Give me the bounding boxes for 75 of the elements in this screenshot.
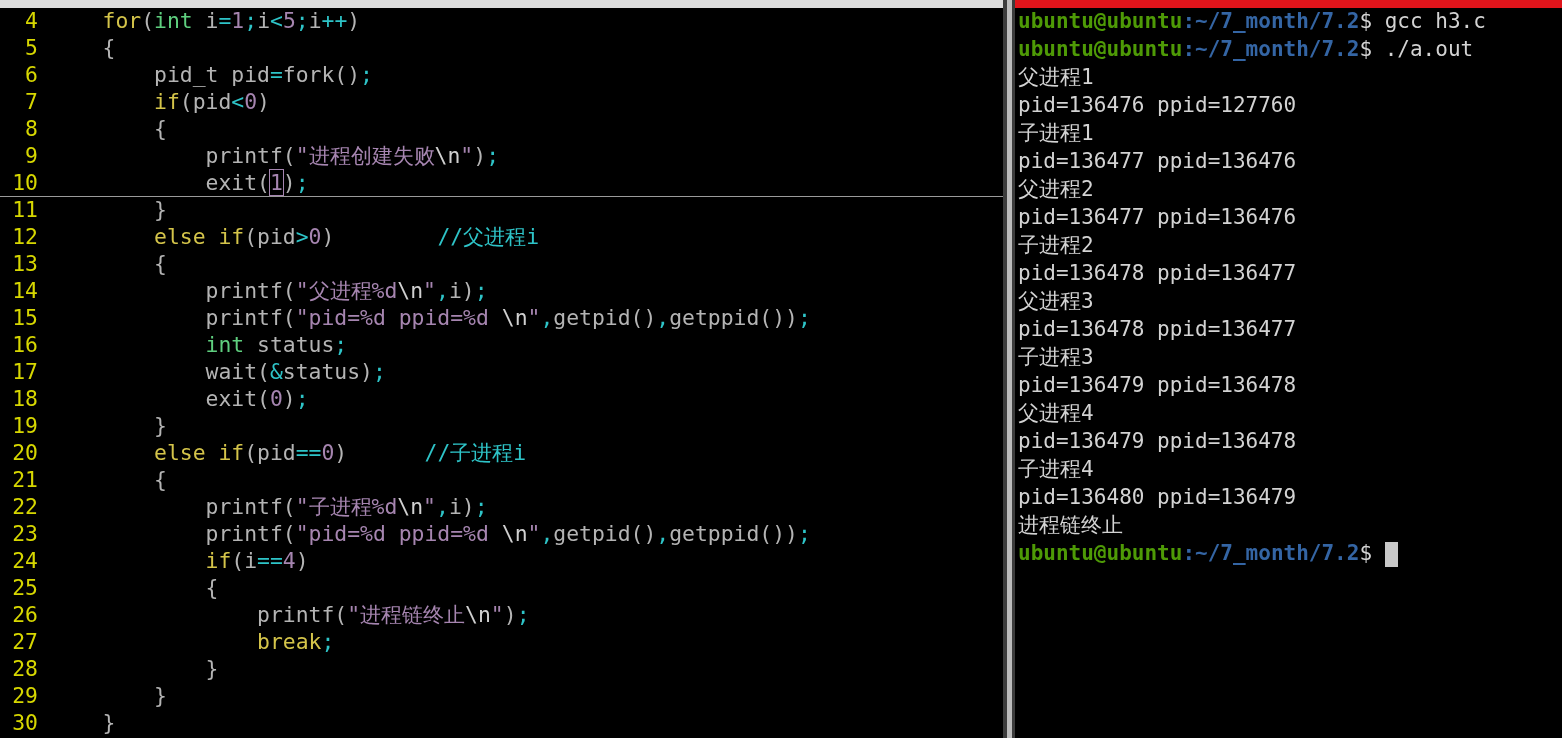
output-line: pid=136478 ppid=136477: [1018, 260, 1297, 288]
line-number: 13: [11, 250, 39, 279]
code-line: exit(1);: [204, 168, 309, 197]
code-line: {: [153, 250, 167, 279]
output-line: 子进程4: [1018, 456, 1094, 484]
line-number: 5: [24, 34, 39, 63]
output-line: 父进程1: [1018, 64, 1094, 92]
output-line: pid=136477 ppid=136476: [1018, 148, 1297, 176]
code-line: wait(&status);: [204, 358, 386, 387]
prompt-line: ubuntu@ubuntu:~/7_month/7.2$ gcc h3.c: [1018, 8, 1486, 36]
code-line: printf("进程创建失败\n");: [204, 142, 499, 171]
line-number: 15: [11, 304, 39, 333]
code-line: else if(pid==0) //子进程i: [153, 439, 527, 468]
output-line: 父进程2: [1018, 176, 1094, 204]
line-number: 20: [11, 439, 39, 468]
code-line: }: [101, 709, 116, 738]
code-line: if(pid<0): [153, 88, 270, 117]
code-line: }: [153, 196, 167, 225]
line-number: 25: [11, 574, 39, 603]
code-line: }: [153, 412, 167, 441]
code-line: int status;: [204, 331, 348, 360]
code-line: {: [153, 115, 167, 144]
line-number: 14: [11, 277, 39, 306]
output-line: pid=136478 ppid=136477: [1018, 316, 1297, 344]
code-line: printf("pid=%d ppid=%d \n",getpid(),getppid());: [204, 520, 811, 549]
output-line: 进程链终止: [1018, 512, 1123, 540]
output-line: pid=136480 ppid=136479: [1018, 484, 1297, 512]
line-number: 21: [11, 466, 39, 495]
line-number: 10: [11, 168, 39, 197]
code-line: break;: [256, 628, 335, 657]
line-number: 4: [24, 8, 39, 36]
output-line: 子进程2: [1018, 232, 1094, 260]
output-line: 父进程3: [1018, 288, 1094, 316]
line-number: 11: [11, 196, 39, 225]
line-number: 7: [24, 88, 39, 117]
code-line: {: [101, 34, 116, 63]
line-number: 9: [24, 142, 39, 171]
code-line: printf("pid=%d ppid=%d \n",getpid(),getppid());: [204, 304, 811, 333]
line-number: 18: [11, 385, 39, 414]
output-line: 子进程3: [1018, 344, 1094, 372]
line-number: 23: [11, 520, 39, 549]
line-number: 27: [11, 628, 39, 657]
output-line: 父进程4: [1018, 400, 1094, 428]
line-number: 19: [11, 412, 39, 441]
prompt-line: ubuntu@ubuntu:~/7_month/7.2$ ./a.out: [1018, 36, 1474, 64]
code-line: printf("进程链终止\n");: [256, 601, 530, 630]
output-line: 子进程1: [1018, 120, 1094, 148]
code-line: }: [153, 682, 167, 711]
line-number: 6: [24, 61, 39, 90]
line-number: 8: [24, 115, 39, 144]
output-line: pid=136477 ppid=136476: [1018, 204, 1297, 232]
line-number: 29: [11, 682, 39, 711]
code-line: printf("子进程%d\n",i);: [204, 493, 488, 522]
line-number: 26: [11, 601, 39, 630]
output-line: pid=136479 ppid=136478: [1018, 372, 1297, 400]
code-line: if(i==4): [204, 547, 309, 576]
line-number: 24: [11, 547, 39, 576]
code-line: {: [153, 466, 167, 495]
code-line: else if(pid>0) //父进程i: [153, 223, 540, 252]
line-number: 17: [11, 358, 39, 387]
code-line: }: [204, 655, 219, 684]
output-line: pid=136479 ppid=136478: [1018, 428, 1297, 456]
line-number: 22: [11, 493, 39, 522]
line-number: 30: [11, 709, 39, 738]
code-line: exit(0);: [204, 385, 309, 414]
scrollbar[interactable]: [1003, 0, 1015, 738]
line-number: 16: [11, 331, 39, 360]
code-line: printf("父进程%d\n",i);: [204, 277, 488, 306]
prompt-line: ubuntu@ubuntu:~/7_month/7.2$: [1018, 540, 1373, 568]
line-number: 28: [11, 655, 39, 684]
output-line: pid=136476 ppid=127760: [1018, 92, 1297, 120]
code-line: for(int i=1;i<5;i++): [101, 8, 361, 36]
line-number: 12: [11, 223, 39, 252]
code-line: {: [204, 574, 219, 603]
code-line: pid_t pid=fork();: [153, 61, 373, 90]
